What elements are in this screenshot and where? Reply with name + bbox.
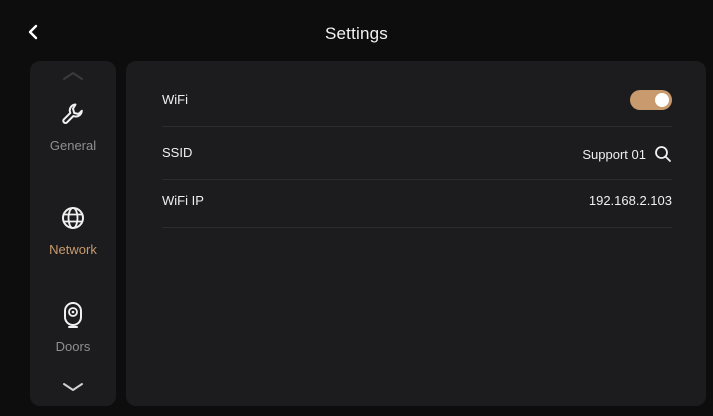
sidebar-item-label: Network xyxy=(49,242,97,257)
sidebar-item-network[interactable]: Network xyxy=(30,204,116,284)
sidebar-item-general[interactable]: General xyxy=(30,100,116,180)
toggle-knob xyxy=(655,93,669,107)
ssid-row[interactable]: SSID Support 01 xyxy=(162,131,672,180)
ssid-value: Support 01 xyxy=(582,146,646,162)
door-camera-icon xyxy=(59,301,87,329)
chevron-down-icon xyxy=(63,383,83,391)
wifi-ip-row: WiFi IP 192.168.2.103 xyxy=(162,179,672,228)
chevron-up-icon xyxy=(63,72,83,80)
search-icon[interactable] xyxy=(654,145,672,163)
page-title: Settings xyxy=(324,24,389,43)
scroll-up-button[interactable] xyxy=(61,69,85,83)
top-bar: Settings xyxy=(0,0,713,56)
globe-icon xyxy=(59,204,87,232)
sidebar-item-label: Doors xyxy=(55,339,91,354)
ssid-value-group: Support 01 xyxy=(582,145,672,163)
wrench-icon xyxy=(59,100,87,128)
network-settings-panel: WiFi SSID Support 01 WiFi IP 192.168.2.1… xyxy=(126,61,706,406)
wifi-ip-value: 192.168.2.103 xyxy=(588,193,672,208)
wifi-ip-label: WiFi IP xyxy=(162,193,204,208)
wifi-label: WiFi xyxy=(162,92,188,107)
sidebar-item-doors[interactable]: Doors xyxy=(30,301,116,381)
sidebar: General Network Doors xyxy=(30,61,116,406)
ssid-label: SSID xyxy=(162,145,193,160)
scroll-down-button[interactable] xyxy=(61,380,85,394)
sidebar-item-label: General xyxy=(49,138,97,153)
wifi-toggle[interactable] xyxy=(630,90,672,110)
wifi-row: WiFi xyxy=(162,78,672,127)
